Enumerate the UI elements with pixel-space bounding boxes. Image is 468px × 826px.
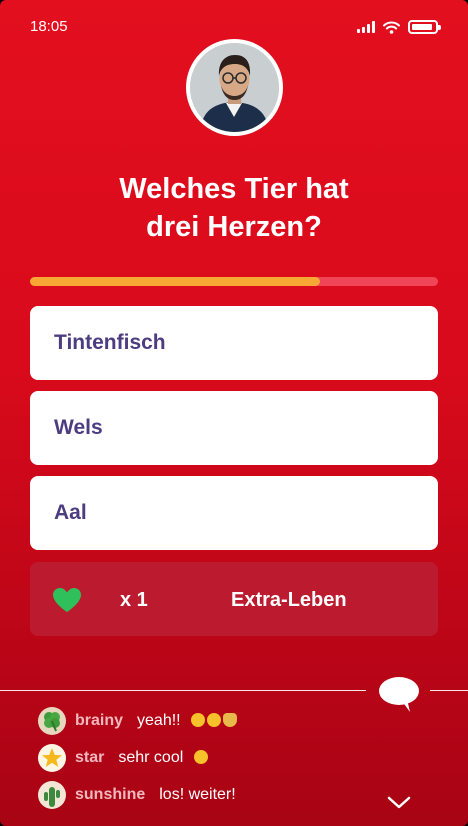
heart-icon — [53, 588, 81, 612]
extra-life-count: x 1 — [120, 589, 148, 611]
chat-text-content: sehr cool — [118, 749, 184, 766]
answer-option-label: Tintenfisch — [54, 331, 166, 354]
answer-option-3[interactable]: Aal — [30, 476, 438, 550]
extra-life-label: Extra-Leben — [231, 589, 347, 611]
answer-option-2[interactable]: Wels — [30, 391, 438, 465]
chat-bubble-icon[interactable] — [376, 675, 422, 713]
timer-progress-fill — [30, 277, 320, 286]
chat-username: sunshine — [75, 786, 146, 803]
host-photo — [190, 43, 279, 132]
chat-divider-left — [0, 690, 366, 691]
question-line-1: Welches Tier hat — [119, 173, 349, 205]
money-mouth-emoji-icon — [207, 713, 222, 727]
star-struck-emoji-icon — [193, 750, 208, 764]
star-icon — [38, 744, 66, 772]
answer-option-label: Aal — [54, 501, 87, 524]
quiz-screen: 18:05 Welches Tier hat drei Herzen? Tint… — [0, 0, 468, 826]
chat-message: star sehr cool — [38, 743, 208, 773]
chat-text: sehr cool — [118, 749, 208, 767]
chat-message: sunshine los! weiter! — [38, 780, 236, 810]
chat-text: los! weiter! — [159, 786, 236, 803]
clover-icon — [38, 707, 66, 735]
status-icons — [357, 20, 441, 34]
battery-icon — [408, 20, 441, 34]
chat-text-content: yeah!! — [137, 712, 181, 729]
question-line-2: drei Herzen? — [146, 211, 322, 243]
chat-message: brainy yeah!! — [38, 706, 238, 736]
chevron-down-icon[interactable] — [386, 795, 412, 811]
money-mouth-emoji-icon — [191, 713, 206, 727]
chat-text: yeah!! — [137, 712, 238, 730]
chat-divider-right — [430, 690, 468, 691]
signal-icon — [357, 21, 375, 33]
host-avatar — [186, 39, 283, 136]
chat-username: star — [75, 749, 105, 766]
money-bag-emoji-icon — [223, 713, 238, 727]
extra-life-button[interactable]: x 1 Extra-Leben — [30, 562, 438, 636]
cactus-icon — [38, 781, 66, 809]
chat-username: brainy — [75, 712, 124, 729]
status-bar: 18:05 — [30, 18, 441, 36]
timer-progress-bar — [30, 277, 438, 286]
answer-option-label: Wels — [54, 416, 103, 439]
answer-option-1[interactable]: Tintenfisch — [30, 306, 438, 380]
question-text: Welches Tier hat drei Herzen? — [40, 170, 428, 246]
wifi-icon — [383, 21, 400, 34]
status-time: 18:05 — [30, 18, 68, 35]
